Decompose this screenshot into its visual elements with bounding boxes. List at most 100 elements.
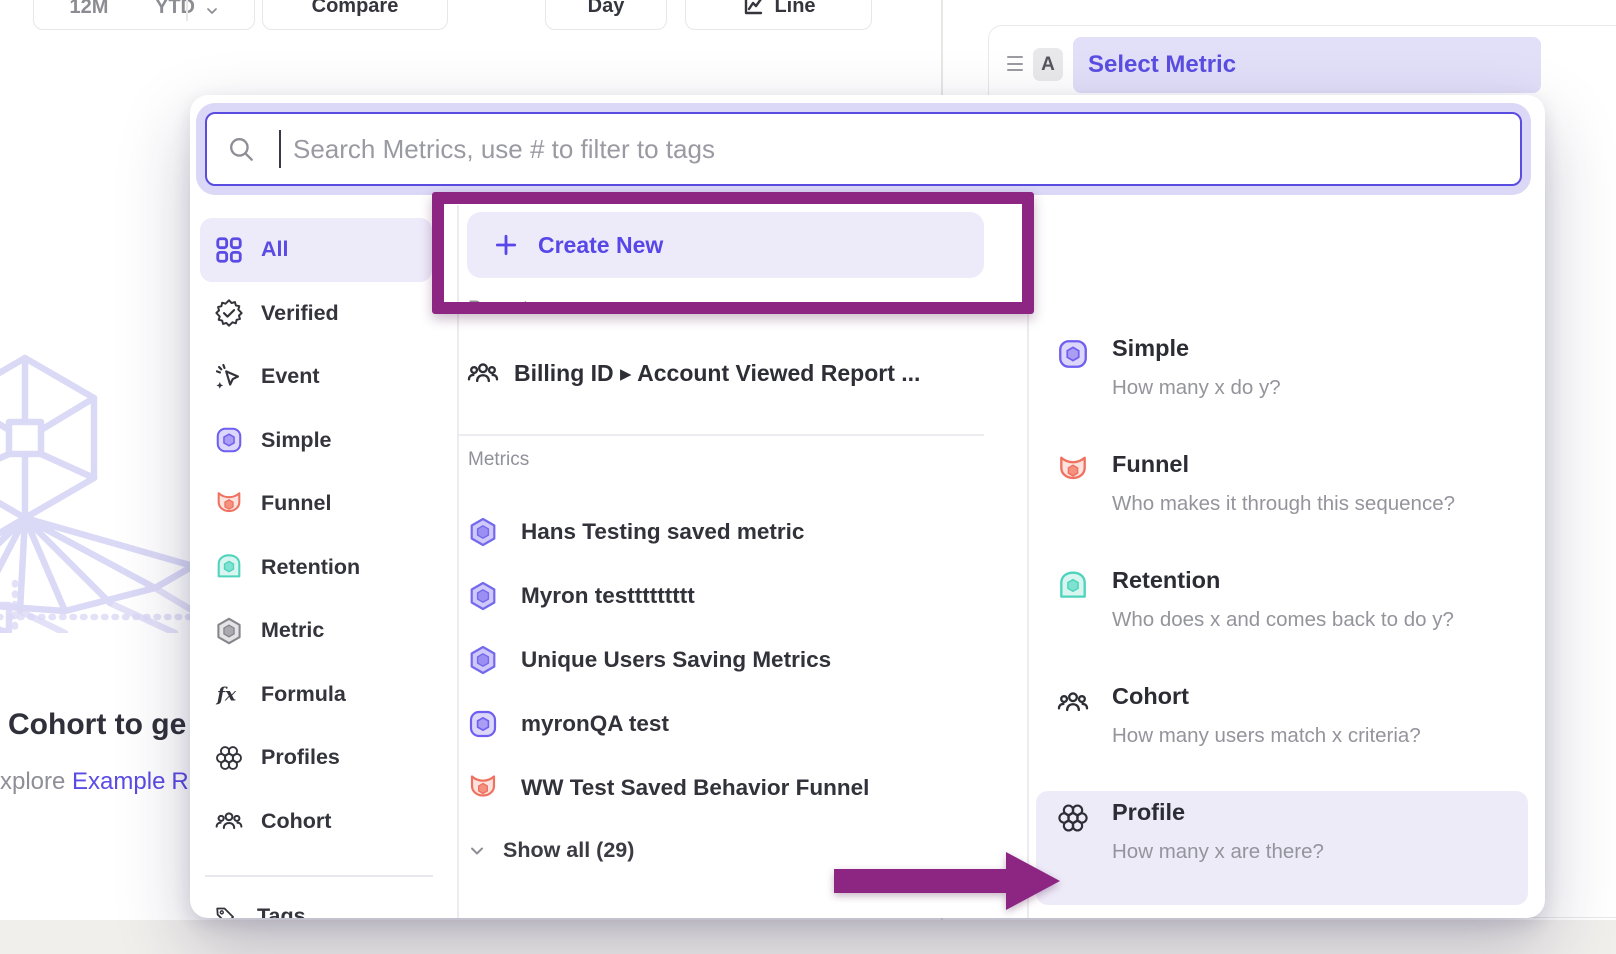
empty-state-wireframe-illustration	[0, 333, 205, 633]
formula-icon: fx	[214, 679, 244, 709]
svg-text:fx: fx	[215, 684, 237, 706]
retention-icon	[1056, 569, 1090, 603]
search-bar	[205, 112, 1522, 186]
example-reports-link[interactable]: Example	[72, 768, 165, 795]
sidebar-item-all[interactable]: All	[200, 218, 432, 282]
sidebar-item-label: Metric	[261, 618, 324, 643]
annotation-highlight-box	[432, 192, 1034, 314]
date-range-segment[interactable]: 12M YTD	[33, 0, 255, 30]
list-item-label: Unique Users Saving Metrics	[521, 647, 831, 673]
list-item[interactable]: WW Test Saved Behavior Funnel	[467, 756, 997, 820]
recent-item[interactable]: Billing ID ▸ Account Viewed Report ...	[466, 356, 920, 390]
type-description: Who does x and comes back to do y?	[1112, 608, 1454, 632]
recents-metrics-divider	[457, 434, 984, 436]
type-title: Cohort	[1112, 683, 1189, 710]
cohort-icon	[214, 806, 244, 836]
type-option-cohort[interactable]: Cohort How many users match x criteria?	[1040, 683, 1520, 763]
line-label: Line	[774, 0, 815, 18]
type-option-profile[interactable]: Profile How many x are there?	[1040, 799, 1520, 879]
sidebar-item-label: Formula	[261, 682, 346, 707]
simple-icon	[1056, 337, 1090, 371]
annotation-arrow	[834, 852, 1062, 910]
list-item-label: myronQA test	[521, 711, 669, 737]
list-item[interactable]: myronQA test	[467, 692, 997, 756]
verified-icon	[214, 298, 244, 328]
profiles-icon	[214, 743, 244, 773]
custom-event-icon	[1056, 917, 1090, 918]
page-bottom-band	[0, 920, 1616, 954]
list-item-label: WW Test Saved Behavior Funnel	[521, 775, 869, 801]
funnel-icon	[1056, 453, 1090, 487]
type-title: Custom Event	[1112, 915, 1270, 918]
example-link-clipped-glyph: R	[171, 768, 188, 795]
metrics-section-label: Metrics	[468, 449, 529, 471]
recent-item-label: Billing ID ▸ Account Viewed Report ...	[514, 360, 920, 387]
chevron-down-icon	[467, 841, 487, 861]
simple-icon	[214, 425, 244, 455]
sidebar-bottom-divider	[205, 875, 433, 877]
sidebar-item-label: Retention	[261, 555, 360, 580]
empty-state-headline: Cohort to ge	[8, 708, 186, 742]
line-chart-type-button[interactable]: Line	[685, 0, 872, 30]
sidebar-item-metric[interactable]: Metric	[200, 599, 450, 663]
funnel-icon	[214, 489, 244, 519]
filter-sidebar: All Verified Event Simple	[200, 218, 450, 853]
list-item[interactable]: Myron testtttttttt	[467, 564, 997, 628]
type-description: How many x do y?	[1112, 376, 1281, 400]
type-description: How many x are there?	[1112, 840, 1324, 864]
list-item-label: Hans Testing saved metric	[521, 519, 804, 545]
select-metric-button[interactable]: Select Metric	[1073, 37, 1541, 93]
sidebar-item-funnel[interactable]: Funnel	[200, 472, 450, 536]
type-description: Who makes it through this sequence?	[1112, 492, 1455, 516]
cohort-icon	[1056, 685, 1090, 719]
chevron-down-icon	[204, 3, 220, 19]
retention-icon	[214, 552, 244, 582]
simple-icon	[467, 708, 499, 740]
compare-button[interactable]: Compare	[262, 0, 448, 30]
list-item[interactable]: Hans Testing saved metric	[467, 500, 997, 564]
sidebar-item-retention[interactable]: Retention	[200, 536, 450, 600]
profiles-icon	[1056, 801, 1090, 835]
select-metric-label: Select Metric	[1088, 51, 1236, 79]
sidebar-item-label: Funnel	[261, 491, 331, 516]
type-option-retention[interactable]: Retention Who does x and comes back to d…	[1040, 567, 1520, 647]
type-title: Retention	[1112, 567, 1220, 594]
list-item-label: Myron testtttttttt	[521, 583, 695, 609]
cohort-icon	[466, 356, 500, 390]
type-option-custom-event[interactable]: Custom Event Build your own event defini…	[1040, 915, 1520, 918]
type-title: Funnel	[1112, 451, 1189, 478]
range-ytd-button[interactable]: YTD	[155, 0, 195, 19]
type-title: Simple	[1112, 335, 1189, 362]
day-granularity-button[interactable]: Day	[545, 0, 667, 30]
sidebar-item-profiles[interactable]: Profiles	[200, 726, 450, 790]
metric-hexagon-icon	[467, 516, 499, 548]
list-item[interactable]: Unique Users Saving Metrics	[467, 628, 997, 692]
funnel-icon	[467, 772, 499, 804]
saved-metrics-list: Hans Testing saved metric Myron testtttt…	[467, 500, 997, 820]
sidebar-item-cohort[interactable]: Cohort	[200, 790, 450, 854]
sidebar-item-label: Event	[261, 364, 320, 389]
sidebar-item-label: Tags	[257, 904, 306, 918]
grid-icon	[214, 235, 244, 265]
sidebar-item-label: Profiles	[261, 745, 340, 770]
tag-icon	[214, 904, 240, 918]
metric-hexagon-icon	[467, 580, 499, 612]
sidebar-item-simple[interactable]: Simple	[200, 409, 450, 473]
search-input[interactable]	[205, 112, 1522, 186]
sidebar-item-verified[interactable]: Verified	[200, 282, 450, 346]
range-12m-button[interactable]: 12M	[34, 0, 144, 19]
type-option-simple[interactable]: Simple How many x do y?	[1040, 335, 1520, 415]
sidebar-item-label: All	[261, 237, 288, 262]
sidebar-item-tags[interactable]: Tags	[200, 885, 450, 918]
show-all-button[interactable]: Show all (29)	[467, 838, 634, 863]
event-icon	[214, 362, 244, 392]
show-all-label: Show all (29)	[503, 838, 634, 863]
sidebar-item-formula[interactable]: fx Formula	[200, 663, 450, 727]
drag-handle-icon[interactable]	[1007, 56, 1023, 76]
sidebar-item-event[interactable]: Event	[200, 345, 450, 409]
sidebar-item-label: Cohort	[261, 809, 331, 834]
metric-hexagon-icon	[467, 644, 499, 676]
type-description: How many users match x criteria?	[1112, 724, 1421, 748]
type-option-funnel[interactable]: Funnel Who makes it through this sequenc…	[1040, 451, 1520, 531]
metric-hexagon-icon	[214, 616, 244, 646]
